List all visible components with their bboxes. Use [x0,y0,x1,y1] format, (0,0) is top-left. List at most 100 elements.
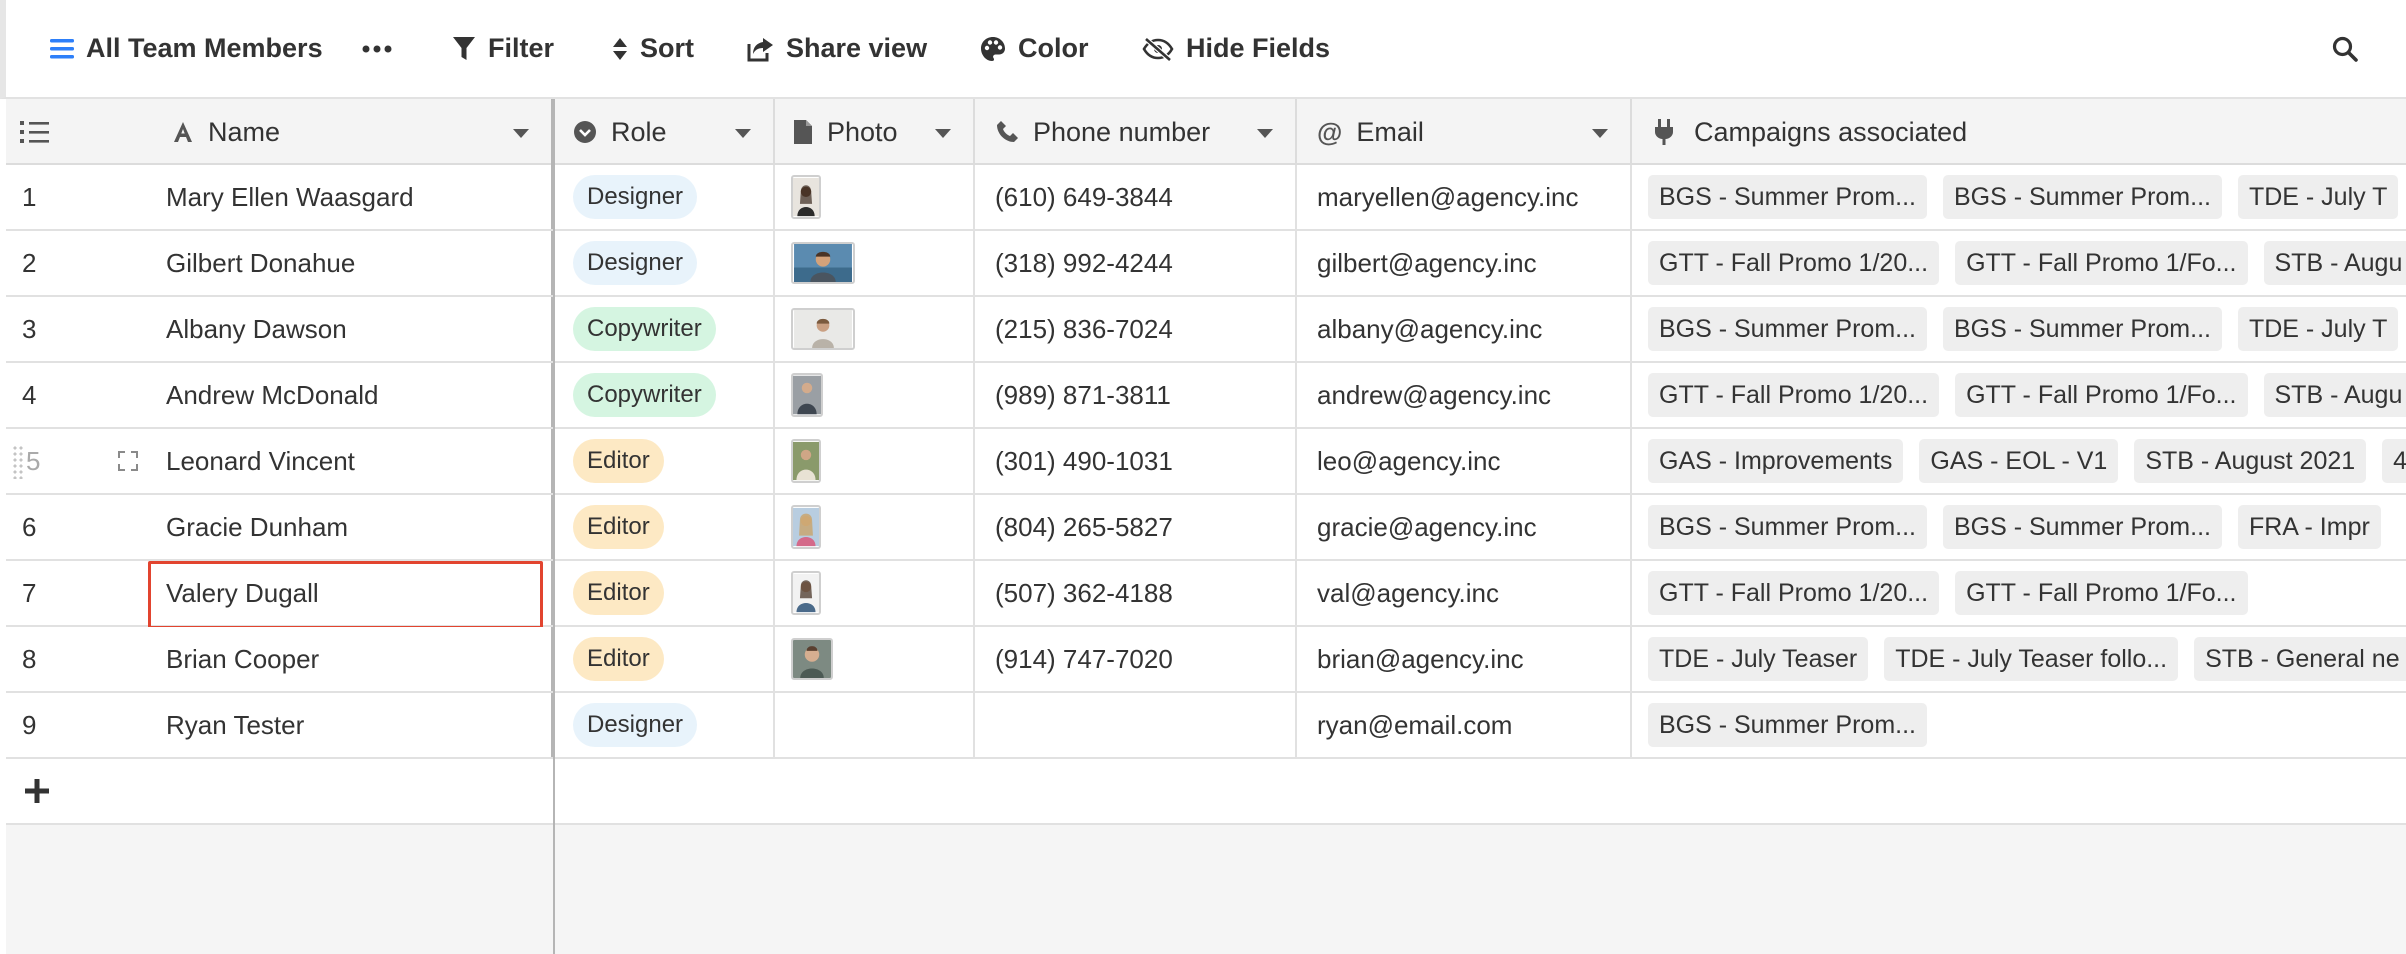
email-cell[interactable]: leo@agency.inc [1297,429,1632,493]
name-cell[interactable]: Brian Cooper [148,627,553,691]
phone-cell[interactable]: (318) 992-4244 [975,231,1297,295]
column-header-name[interactable]: Name [148,99,553,165]
table-row[interactable]: 8 Brian Cooper Editor (914) 747-7020 bri… [6,627,2406,693]
chevron-down-icon[interactable] [935,129,951,138]
expand-record-icon[interactable] [118,451,138,471]
email-cell[interactable]: maryellen@agency.inc [1297,165,1632,229]
campaign-chip[interactable]: BGS - Summer Prom... [1648,175,1927,219]
phone-cell[interactable]: (610) 649-3844 [975,165,1297,229]
campaign-chip[interactable]: TDE - July Teaser [1648,637,1869,681]
campaign-chip[interactable]: GTT - Fall Promo 1/Fo... [1955,373,2248,417]
phone-cell[interactable]: (989) 871-3811 [975,363,1297,427]
campaign-chip[interactable]: GAS - Improvements [1648,439,1904,483]
photo-cell[interactable] [775,627,975,691]
photo-thumbnail[interactable] [791,373,823,417]
photo-thumbnail[interactable] [791,439,821,483]
column-header-campaigns[interactable]: Campaigns associated [1632,99,2406,165]
name-cell[interactable]: Leonard Vincent [148,429,553,493]
phone-cell[interactable] [975,693,1297,757]
photo-cell[interactable] [775,231,975,295]
role-cell[interactable]: Copywriter [553,363,775,427]
campaigns-cell[interactable]: GTT - Fall Promo 1/20... GTT - Fall Prom… [1632,363,2406,427]
role-cell[interactable]: Designer [553,231,775,295]
photo-cell[interactable] [775,429,975,493]
photo-thumbnail[interactable] [791,308,855,350]
photo-thumbnail[interactable] [791,571,821,615]
email-cell[interactable]: gilbert@agency.inc [1297,231,1632,295]
table-row[interactable]: 7 Valery Dugall Editor (507) 362-4188 va… [6,561,2406,629]
phone-cell[interactable]: (301) 490-1031 [975,429,1297,493]
campaigns-cell[interactable]: BGS - Summer Prom... BGS - Summer Prom..… [1632,297,2406,361]
name-cell[interactable]: Ryan Tester [148,693,553,757]
campaign-chip[interactable]: GTT - Fall Promo 1/Fo... [1955,241,2248,285]
add-record-button[interactable] [20,774,54,808]
campaign-chip[interactable]: BGS - Summer Prom... [1942,307,2222,351]
campaign-chip[interactable]: STB - August 2021 [2134,439,2367,483]
add-record-row[interactable] [6,759,2406,825]
role-cell[interactable]: Editor [553,561,775,625]
email-cell[interactable]: andrew@agency.inc [1297,363,1632,427]
drag-handle-icon[interactable] [12,445,24,479]
phone-cell[interactable]: (804) 265-5827 [975,495,1297,559]
share-view-button[interactable]: Share view [746,0,927,97]
hide-fields-button[interactable]: Hide Fields [1142,0,1330,97]
chevron-down-icon[interactable] [513,129,529,138]
role-cell[interactable]: Designer [553,165,775,229]
campaign-chip[interactable]: GAS - EOL - V1 [1919,439,2119,483]
phone-cell[interactable]: (215) 836-7024 [975,297,1297,361]
campaign-chip[interactable]: TDE - July T [2237,307,2399,351]
color-button[interactable]: Color [980,0,1089,97]
chevron-down-icon[interactable] [1257,129,1273,138]
campaign-chip[interactable]: BGS - Summer Prom... [1648,307,1927,351]
campaigns-cell[interactable]: BGS - Summer Prom... BGS - Summer Prom..… [1632,165,2406,229]
campaigns-cell[interactable]: GTT - Fall Promo 1/20... GTT - Fall Prom… [1632,561,2406,625]
campaign-chip[interactable]: TDE - July T [2237,175,2399,219]
photo-thumbnail[interactable] [791,505,821,549]
campaign-chip[interactable]: 4 [2382,439,2406,483]
email-cell[interactable]: brian@agency.inc [1297,627,1632,691]
campaigns-cell[interactable]: GAS - Improvements GAS - EOL - V1 STB - … [1632,429,2406,493]
phone-cell[interactable]: (914) 747-7020 [975,627,1297,691]
campaign-chip[interactable]: GTT - Fall Promo 1/Fo... [1955,571,2248,615]
row-number-header[interactable] [6,99,148,165]
role-cell[interactable]: Designer [553,693,775,757]
email-cell[interactable]: albany@agency.inc [1297,297,1632,361]
campaign-chip[interactable]: GTT - Fall Promo 1/20... [1648,571,1940,615]
campaigns-cell[interactable]: BGS - Summer Prom... [1632,693,2406,757]
campaign-chip[interactable]: BGS - Summer Prom... [1942,505,2222,549]
photo-thumbnail[interactable] [791,175,821,219]
table-row[interactable]: 1 Mary Ellen Waasgard Designer (610) 649… [6,165,2406,231]
campaigns-cell[interactable]: GTT - Fall Promo 1/20... GTT - Fall Prom… [1632,231,2406,295]
filter-button[interactable]: Filter [452,0,554,97]
email-cell[interactable]: gracie@agency.inc [1297,495,1632,559]
name-cell[interactable]: Albany Dawson [148,297,553,361]
column-header-role[interactable]: Role [553,99,775,165]
name-cell[interactable]: Gilbert Donahue [148,231,553,295]
photo-cell[interactable] [775,363,975,427]
campaign-chip[interactable]: STB - Augu [2263,241,2406,285]
chevron-down-icon[interactable] [1592,129,1608,138]
role-cell[interactable]: Copywriter [553,297,775,361]
frozen-column-divider[interactable] [553,99,555,954]
campaign-chip[interactable]: STB - Augu [2263,373,2406,417]
table-row[interactable]: 6 Gracie Dunham Editor (804) 265-5827 gr… [6,495,2406,561]
column-header-photo[interactable]: Photo [775,99,975,165]
column-header-phone[interactable]: Phone number [975,99,1297,165]
table-row[interactable]: 2 Gilbert Donahue Designer (318) 992-424… [6,231,2406,297]
phone-cell[interactable]: (507) 362-4188 [975,561,1297,625]
photo-cell[interactable] [775,693,975,757]
campaign-chip[interactable]: STB - General ne [2194,637,2406,681]
sort-button[interactable]: Sort [612,0,694,97]
photo-cell[interactable] [775,561,975,625]
campaign-chip[interactable]: GTT - Fall Promo 1/20... [1648,373,1940,417]
table-row[interactable]: 5 Leonard Vincent Editor (301) 490-1031 … [6,429,2406,495]
campaigns-cell[interactable]: TDE - July Teaser TDE - July Teaser foll… [1632,627,2406,691]
photo-cell[interactable] [775,297,975,361]
search-button[interactable] [2332,0,2358,97]
photo-thumbnail[interactable] [791,638,833,680]
photo-cell[interactable] [775,165,975,229]
campaign-chip[interactable]: BGS - Summer Prom... [1648,505,1927,549]
campaign-chip[interactable]: TDE - July Teaser follo... [1884,637,2179,681]
email-cell[interactable]: val@agency.inc [1297,561,1632,625]
view-options-button[interactable] [362,0,392,97]
